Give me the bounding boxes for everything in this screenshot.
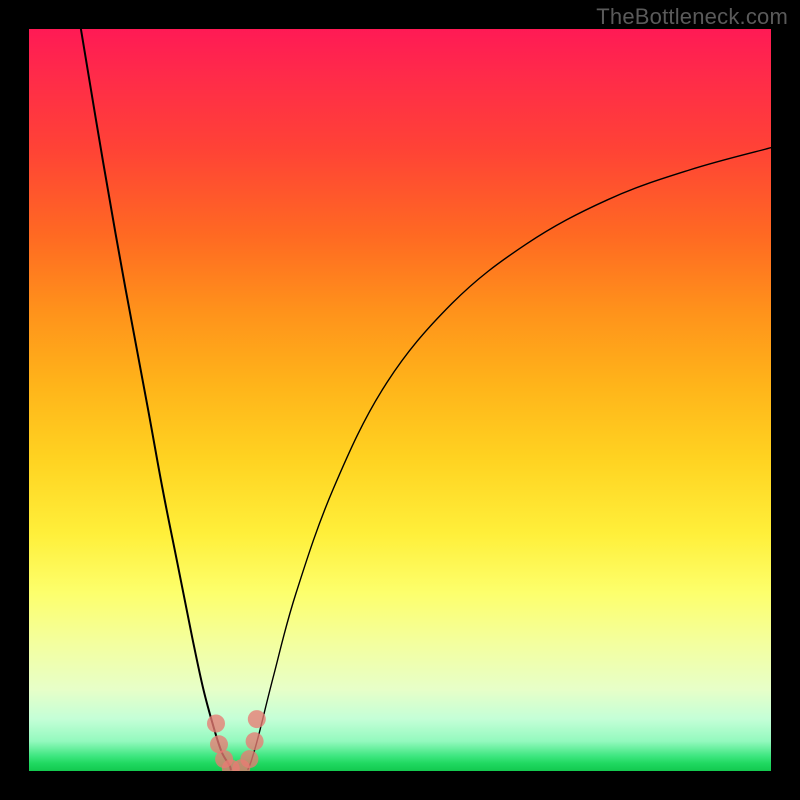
valley-markers — [207, 710, 266, 771]
chart-frame: TheBottleneck.com — [0, 0, 800, 800]
plot-area — [29, 29, 771, 771]
right-branch-curve — [248, 148, 771, 770]
watermark-text: TheBottleneck.com — [596, 4, 788, 30]
left-branch-curve — [81, 29, 231, 770]
valley-marker-dot — [207, 715, 225, 733]
curve-layer — [29, 29, 771, 771]
valley-marker-dot — [246, 732, 264, 750]
valley-marker-dot — [248, 710, 266, 728]
valley-marker-dot — [240, 750, 258, 768]
